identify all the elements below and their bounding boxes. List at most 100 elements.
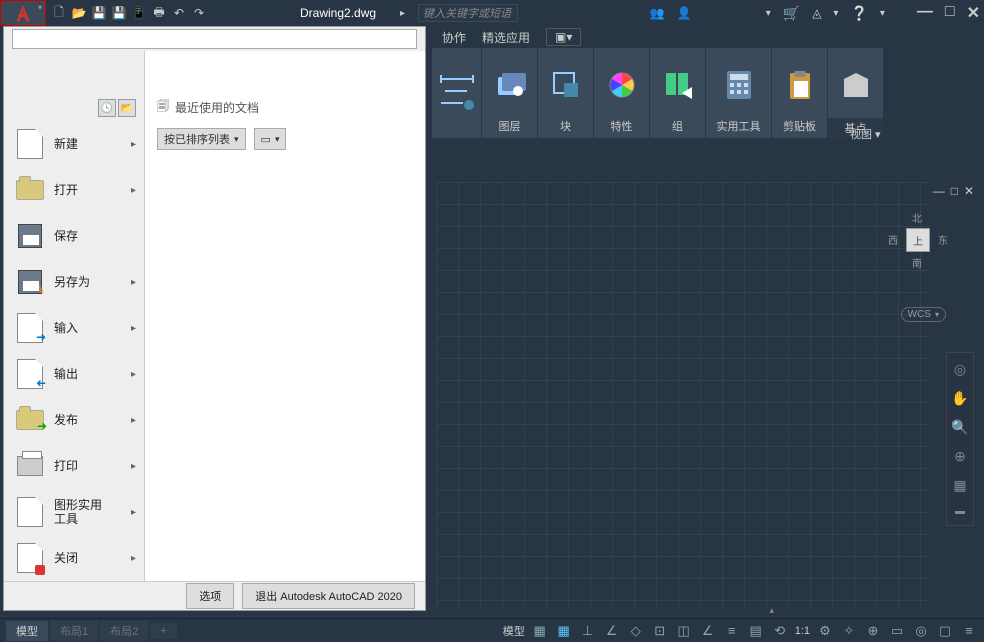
status-ortho-icon[interactable]: ⊥ <box>579 623 597 639</box>
menu-new[interactable]: 新建▸ <box>4 121 144 167</box>
menu-import[interactable]: ➜输入▸ <box>4 305 144 351</box>
tab-model[interactable]: 模型 <box>6 621 48 641</box>
recent-docs-toggle[interactable]: 🕓 <box>98 99 116 117</box>
maximize-button[interactable]: □ <box>945 3 955 23</box>
doc-minimize-icon[interactable]: — <box>933 184 945 198</box>
menu-saveas[interactable]: ✎另存为▸ <box>4 259 144 305</box>
qat-new-icon[interactable]: 🗋 <box>50 4 68 22</box>
open-docs-toggle[interactable]: 📂 <box>118 99 136 117</box>
status-otrack-icon[interactable]: ∠ <box>699 623 717 639</box>
menu-close[interactable]: 关闭▸ <box>4 535 144 581</box>
status-3dosnap-icon[interactable]: ◫ <box>675 623 693 639</box>
status-transparency-icon[interactable]: ▤ <box>747 623 765 639</box>
minimize-button[interactable]: — <box>917 3 933 23</box>
status-isolate-icon[interactable]: ◎ <box>912 623 930 639</box>
ribbon-panel-annotation[interactable] <box>432 48 482 138</box>
options-button[interactable]: 选项 <box>186 583 234 609</box>
ribbon-view-label[interactable]: 视图 ▾ <box>850 126 881 142</box>
status-bar: 模型 布局1 布局2 + 模型 ▦ ▦ ⊥ ∠ ◇ ⊡ ◫ ∠ ≡ ▤ ⟲ 1:… <box>0 618 984 642</box>
drawing-grid <box>436 182 930 608</box>
tab-collaborate[interactable]: 协作 <box>442 29 466 46</box>
dropdown-icon[interactable]: ▾ <box>766 8 771 19</box>
ribbon-panel-group[interactable]: 组 <box>650 48 706 138</box>
nav-collapse-icon[interactable]: ▬ <box>955 506 965 517</box>
wcs-label[interactable]: WCS▾ <box>901 307 946 322</box>
status-workspace-icon[interactable]: ⊕ <box>864 623 882 639</box>
ribbon-panel-properties[interactable]: 特性 <box>594 48 650 138</box>
viewcube-south[interactable]: 南 <box>912 255 922 270</box>
status-cycling-icon[interactable]: ⟲ <box>771 623 789 639</box>
app-icon[interactable]: ◬ <box>812 6 821 20</box>
status-grid-icon[interactable]: ▦ <box>531 623 549 639</box>
recent-documents-heading: 🗐 最近使用的文档 <box>157 97 413 118</box>
doc-close-icon[interactable]: ✕ <box>964 184 974 198</box>
status-monitor-icon[interactable]: ▭ <box>888 623 906 639</box>
menu-utilities[interactable]: 图形实用 工具▸ <box>4 489 144 535</box>
drawing-canvas[interactable]: — □ ✕ 北 南 西 东 上 WCS▾ ◎ ✋ 🔍 ⊕ ▦ ▬ <box>432 142 980 618</box>
status-cleanscreen-icon[interactable]: ▢ <box>936 623 954 639</box>
viewcube-west[interactable]: 西 <box>888 232 898 247</box>
menu-open[interactable]: 打开▸ <box>4 167 144 213</box>
qat-open-icon[interactable]: 📂 <box>70 4 88 22</box>
help-icon[interactable]: ❔ <box>850 5 867 22</box>
help-search-input[interactable]: 键入关键字或短语 <box>418 4 518 22</box>
dropdown3-icon[interactable]: ▾ <box>880 8 885 19</box>
status-snap-icon[interactable]: ▦ <box>555 623 573 639</box>
ribbon: 图层 块 特性 组 实用工具 剪贴板 基点 <box>432 48 884 138</box>
qat-web-icon[interactable]: 📱 <box>130 4 148 22</box>
doc-maximize-icon[interactable]: □ <box>951 184 958 198</box>
group-icon <box>662 69 694 101</box>
title-bar: 🗋 📂 💾 💾 📱 🖶 ↶ ↷ Drawing2.dwg ▸ 键入关键字或短语 … <box>0 0 984 26</box>
close-button[interactable]: ✕ <box>967 3 980 23</box>
qat-plot-icon[interactable]: 🖶 <box>150 4 168 22</box>
status-polar-icon[interactable]: ∠ <box>603 623 621 639</box>
status-scale[interactable]: 1:1 <box>795 625 810 637</box>
menu-export[interactable]: ➜输出▸ <box>4 351 144 397</box>
nav-orbit-icon[interactable]: ⊕ <box>954 448 966 465</box>
application-menu-button[interactable] <box>0 0 46 26</box>
nav-showmotion-icon[interactable]: ▦ <box>953 477 966 494</box>
dropdown2-icon[interactable]: ▾ <box>833 8 838 19</box>
scroll-arrow-icon[interactable]: ▴ <box>769 605 774 616</box>
view-cube[interactable]: 北 南 西 东 上 <box>888 210 948 270</box>
nav-pan-icon[interactable]: ✋ <box>951 390 968 407</box>
menu-print[interactable]: 打印▸ <box>4 443 144 489</box>
ribbon-panel-block[interactable]: 块 <box>538 48 594 138</box>
tab-add[interactable]: + <box>150 623 176 639</box>
status-customize-icon[interactable]: ≡ <box>960 623 978 638</box>
viewcube-north[interactable]: 北 <box>912 210 922 225</box>
status-isodraft-icon[interactable]: ◇ <box>627 623 645 639</box>
nav-fullnav-icon[interactable]: ◎ <box>954 361 966 378</box>
title-arrow-icon[interactable]: ▸ <box>400 8 405 19</box>
exit-button[interactable]: 退出 Autodesk AutoCAD 2020 <box>242 583 415 609</box>
tab-layout1[interactable]: 布局1 <box>50 621 98 641</box>
menu-save[interactable]: 保存 <box>4 213 144 259</box>
ribbon-panel-utilities[interactable]: 实用工具 <box>706 48 772 138</box>
qat-undo-icon[interactable]: ↶ <box>170 4 188 22</box>
status-gear-icon[interactable]: ⚙ <box>816 623 834 639</box>
user-icon[interactable]: 👤 <box>677 6 692 20</box>
menu-publish[interactable]: ➜发布▸ <box>4 397 144 443</box>
cart-icon[interactable]: 🛒 <box>783 5 800 22</box>
appmenu-search-input[interactable] <box>12 29 417 49</box>
tab-layout2[interactable]: 布局2 <box>100 621 148 641</box>
tab-featured[interactable]: 精选应用 <box>482 29 530 46</box>
viewcube-top[interactable]: 上 <box>906 228 930 252</box>
ribbon-panel-clipboard[interactable]: 剪贴板 <box>772 48 828 138</box>
status-annotation-icon[interactable]: ✧ <box>840 623 858 639</box>
signin-icon[interactable]: 👥 <box>650 6 665 20</box>
ribbon-panel-basepoint[interactable]: 基点 <box>828 48 884 138</box>
ribbon-panel-layers[interactable]: 图层 <box>482 48 538 138</box>
qat-saveas-icon[interactable]: 💾 <box>110 4 128 22</box>
qat-redo-icon[interactable]: ↷ <box>190 4 208 22</box>
sort-dropdown[interactable]: 按已排序列表▾ <box>157 128 246 150</box>
status-osnap-icon[interactable]: ⊡ <box>651 623 669 639</box>
status-lineweight-icon[interactable]: ≡ <box>723 623 741 638</box>
tab-expander[interactable]: ▣▾ <box>546 28 581 46</box>
view-mode-dropdown[interactable]: ▭▾ <box>254 128 287 150</box>
qat-save-icon[interactable]: 💾 <box>90 4 108 22</box>
viewcube-east[interactable]: 东 <box>938 232 948 247</box>
nav-zoom-icon[interactable]: 🔍 <box>951 419 968 436</box>
status-model-label[interactable]: 模型 <box>503 623 525 639</box>
clipboard-icon <box>784 69 816 101</box>
